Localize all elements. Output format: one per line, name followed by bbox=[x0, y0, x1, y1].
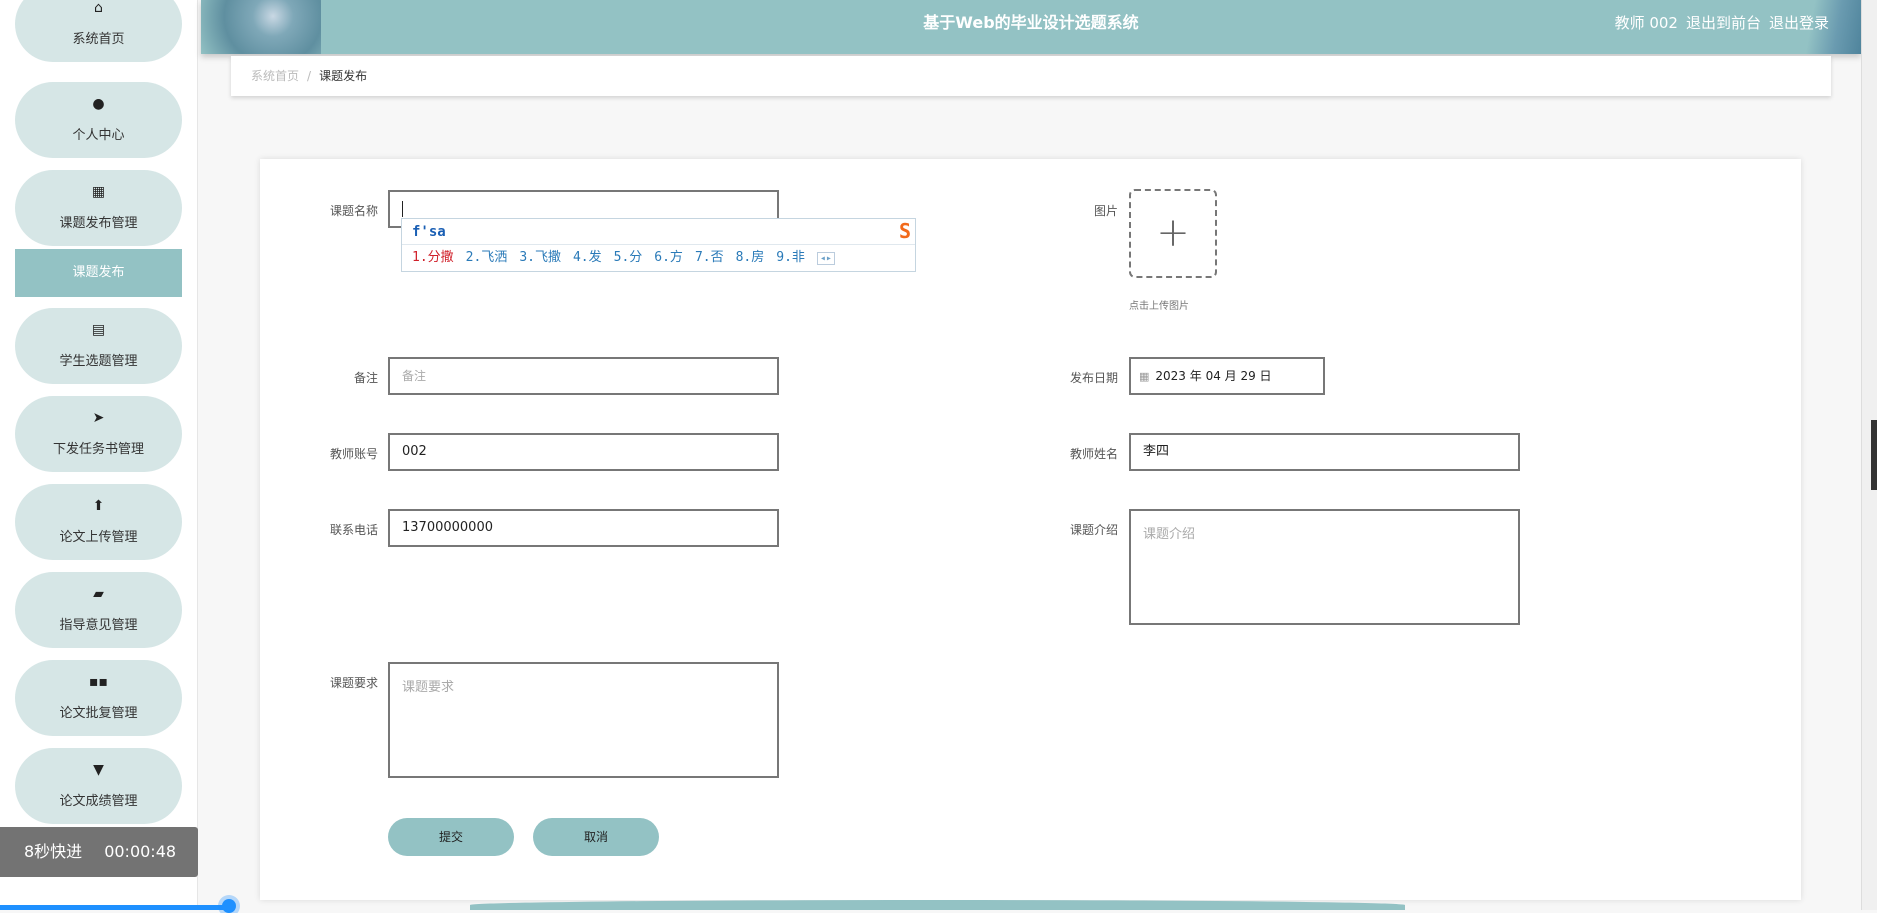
home-icon: ⌂ bbox=[94, 0, 103, 16]
sidebar-item-label: 论文批复管理 bbox=[59, 706, 138, 721]
teacher-account-input[interactable]: 002 bbox=[388, 433, 779, 471]
ime-candidate[interactable]: 5.分 bbox=[614, 250, 643, 265]
sidebar-item-guidance[interactable]: ▰ 指导意见管理 bbox=[15, 572, 182, 648]
date-label: 发布日期 bbox=[1069, 371, 1118, 385]
title-label: 课题名称 bbox=[329, 204, 378, 218]
playback-progress-bar[interactable] bbox=[0, 905, 230, 910]
text-cursor bbox=[402, 200, 403, 217]
briefcase-icon: ▰ bbox=[93, 586, 104, 602]
upload-hint: 点击上传图片 bbox=[1129, 301, 1189, 312]
calendar-icon: ▦ bbox=[1139, 370, 1150, 383]
image-upload-button[interactable]: + bbox=[1129, 189, 1217, 278]
logout-link[interactable]: 退出登录 bbox=[1769, 14, 1829, 32]
sidebar-item-student-selection[interactable]: ▤ 学生选题管理 bbox=[15, 308, 182, 384]
breadcrumb-home[interactable]: 系统首页 bbox=[251, 69, 299, 83]
image-label: 图片 bbox=[1093, 204, 1118, 218]
breadcrumb: 系统首页 / 课题发布 bbox=[231, 56, 1831, 96]
ime-logo-icon: S bbox=[898, 219, 911, 243]
ime-candidate[interactable]: 4.发 bbox=[573, 250, 602, 265]
breadcrumb-current: 课题发布 bbox=[319, 69, 368, 83]
remark-input[interactable]: 备注 bbox=[388, 357, 779, 395]
cancel-button[interactable]: 取消 bbox=[533, 818, 659, 856]
playback-progress-handle[interactable] bbox=[222, 899, 236, 913]
back-to-front-link[interactable]: 退出到前台 bbox=[1686, 14, 1761, 32]
sidebar-item-thesis-upload[interactable]: ⬆ 论文上传管理 bbox=[15, 484, 182, 560]
ime-page-arrows-icon[interactable]: ◂▸ bbox=[816, 252, 835, 265]
sidebar-item-label: 论文上传管理 bbox=[59, 530, 138, 545]
current-user: 教师 002 bbox=[1614, 14, 1678, 32]
sidebar-item-topic-publish-mgmt[interactable]: ▦ 课题发布管理 bbox=[15, 170, 182, 246]
sidebar-item-home[interactable]: ⌂ 系统首页 bbox=[15, 0, 182, 62]
sidebar-item-label: 系统首页 bbox=[72, 32, 125, 47]
user-icon: ● bbox=[92, 96, 105, 112]
sidebar-item-label: 论文成绩管理 bbox=[59, 794, 138, 809]
sidebar-item-task-book[interactable]: ➤ 下发任务书管理 bbox=[15, 396, 182, 472]
vertical-scrollbar[interactable] bbox=[1861, 0, 1877, 910]
pin-icon: ▼ bbox=[93, 762, 104, 778]
send-icon: ➤ bbox=[92, 410, 105, 426]
requirement-textarea[interactable]: 课题要求 bbox=[388, 662, 779, 778]
sidebar: ⌂ 系统首页 ● 个人中心 ▦ 课题发布管理 课题发布 ▤ 学生选题管理 ➤ 下发任务书管… bbox=[0, 0, 198, 910]
sidebar-item-label: 个人中心 bbox=[72, 128, 125, 143]
ime-candidate[interactable]: 7.否 bbox=[695, 250, 724, 265]
ime-candidate[interactable]: 1.分撒 bbox=[412, 250, 454, 265]
ime-candidate[interactable]: 6.方 bbox=[654, 250, 683, 265]
ime-candidate-popup: f'sa 1.分撒 2.飞洒 3.飞撒 4.发 5.分 6.方 7.否 8.房 9.非 ◂▸ S bbox=[401, 218, 916, 272]
sidebar-item-label: 学生选题管理 bbox=[59, 354, 138, 369]
upload-icon: ⬆ bbox=[92, 498, 105, 514]
grid-icon: ▦ bbox=[91, 184, 106, 200]
teacher-name-label: 教师姓名 bbox=[1069, 447, 1118, 461]
date-input[interactable]: ▦ 2023 年 04 月 29 日 bbox=[1129, 357, 1325, 395]
skip-forward-button[interactable]: 8秒快进 bbox=[24, 842, 82, 861]
intro-textarea[interactable]: 课题介绍 bbox=[1129, 509, 1520, 625]
ime-composition: f'sa bbox=[402, 219, 915, 245]
background-decoration bbox=[470, 900, 1405, 910]
sidebar-item-thesis-grade[interactable]: ▼ 论文成绩管理 bbox=[15, 748, 182, 824]
ime-candidate[interactable]: 8.房 bbox=[736, 250, 765, 265]
teacher-account-label: 教师账号 bbox=[329, 447, 378, 461]
playback-time: 00:00:48 bbox=[104, 842, 177, 861]
requirement-label: 课题要求 bbox=[329, 676, 378, 690]
top-header: 基于Web的毕业设计选题系统 教师 002 退出到前台 退出登录 bbox=[201, 0, 1861, 54]
sidebar-item-label: 指导意见管理 bbox=[59, 618, 138, 633]
sidebar-item-profile[interactable]: ● 个人中心 bbox=[15, 82, 182, 158]
intro-label: 课题介绍 bbox=[1069, 523, 1118, 537]
phone-input[interactable]: 13700000000 bbox=[388, 509, 779, 547]
clipboard-icon: ▤ bbox=[91, 322, 106, 338]
ime-candidates: 1.分撒 2.飞洒 3.飞撒 4.发 5.分 6.方 7.否 8.房 9.非 ◂▸ bbox=[402, 245, 915, 272]
breadcrumb-separator: / bbox=[307, 69, 312, 83]
submit-button[interactable]: 提交 bbox=[388, 818, 514, 856]
ime-candidate[interactable]: 9.非 bbox=[776, 250, 805, 265]
plus-icon: + bbox=[1156, 210, 1190, 256]
scrollbar-thumb[interactable] bbox=[1871, 420, 1877, 490]
sidebar-item-label: 下发任务书管理 bbox=[52, 442, 144, 457]
sidebar-item-label: 课题发布管理 bbox=[59, 216, 138, 231]
header-user-area: 教师 002 退出到前台 退出登录 bbox=[1607, 0, 1829, 46]
sidebar-item-thesis-reply[interactable]: ▪▪ 论文批复管理 bbox=[15, 660, 182, 736]
ime-candidate[interactable]: 2.飞洒 bbox=[466, 250, 508, 265]
teacher-name-input[interactable]: 李四 bbox=[1129, 433, 1520, 471]
sidebar-subitem-topic-publish[interactable]: 课题发布 bbox=[15, 249, 182, 297]
video-player-overlay: 8秒快进 00:00:48 bbox=[0, 827, 198, 877]
remark-label: 备注 bbox=[353, 371, 378, 385]
apps-icon: ▪▪ bbox=[89, 674, 108, 690]
phone-label: 联系电话 bbox=[329, 523, 378, 537]
ime-candidate[interactable]: 3.飞撒 bbox=[519, 250, 561, 265]
